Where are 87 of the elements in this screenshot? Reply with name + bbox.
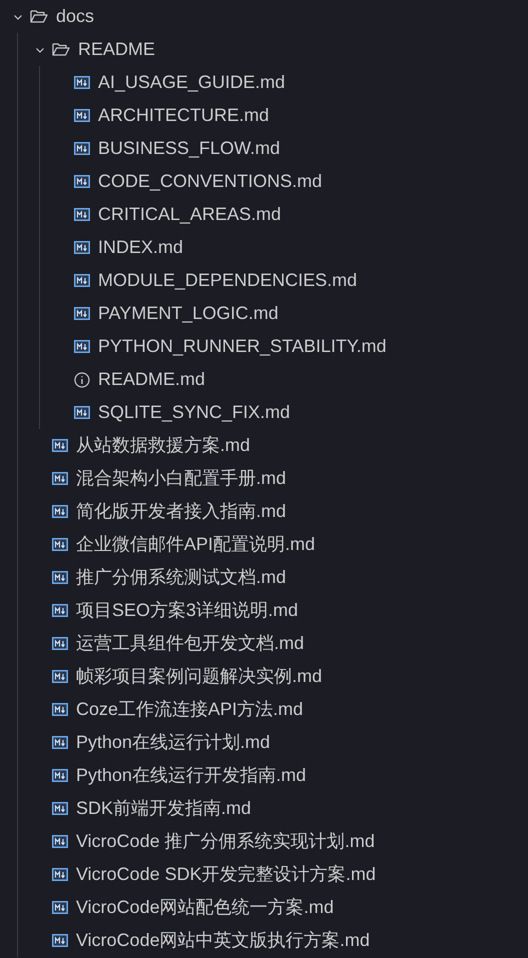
file-name: AI_USAGE_GUIDE.md	[98, 71, 286, 94]
markdown-icon	[52, 505, 68, 518]
file-row[interactable]: 简化版开发者接入指南.md	[0, 495, 528, 528]
file-name: 混合架构小白配置手册.md	[76, 467, 286, 490]
file-name: 推广分佣系统测试文档.md	[76, 566, 286, 589]
file-row[interactable]: CODE_CONVENTIONS.md	[0, 165, 528, 198]
file-row[interactable]: Python在线运行开发指南.md	[0, 759, 528, 792]
markdown-icon	[52, 439, 68, 452]
markdown-icon	[74, 76, 90, 89]
file-row[interactable]: Python在线运行计划.md	[0, 726, 528, 759]
file-row[interactable]: 从站数据救援方案.md	[0, 429, 528, 462]
markdown-icon	[52, 637, 68, 650]
file-name: VicroCode SDK开发完整设计方案.md	[76, 863, 376, 886]
file-row[interactable]: ARCHITECTURE.md	[0, 99, 528, 132]
file-name: SQLITE_SYNC_FIX.md	[98, 401, 290, 424]
file-name: VicroCode网站配色统一方案.md	[76, 896, 334, 919]
folder-name: README	[78, 38, 156, 61]
file-row[interactable]: AI_USAGE_GUIDE.md	[0, 66, 528, 99]
file-name: Coze工作流连接API方法.md	[76, 698, 304, 721]
file-row[interactable]: PYTHON_RUNNER_STABILITY.md	[0, 330, 528, 363]
file-row[interactable]: Coze工作流连接API方法.md	[0, 693, 528, 726]
markdown-icon	[74, 175, 90, 188]
file-row[interactable]: VicroCode 推广分佣系统实现计划.md	[0, 825, 528, 858]
markdown-icon	[52, 703, 68, 716]
file-name: CRITICAL_AREAS.md	[98, 203, 282, 226]
file-name: INDEX.md	[98, 236, 184, 259]
info-icon	[74, 372, 90, 388]
file-name: 项目SEO方案3详细说明.md	[76, 599, 298, 622]
file-name: VicroCode 推广分佣系统实现计划.md	[76, 830, 375, 853]
file-name: ARCHITECTURE.md	[98, 104, 270, 127]
markdown-icon	[52, 670, 68, 683]
file-name: PYTHON_RUNNER_STABILITY.md	[98, 335, 386, 358]
file-row[interactable]: 企业微信邮件API配置说明.md	[0, 528, 528, 561]
file-row[interactable]: SQLITE_SYNC_FIX.md	[0, 396, 528, 429]
markdown-icon	[74, 109, 90, 122]
markdown-icon	[74, 406, 90, 419]
file-row[interactable]: VicroCode SDK开发完整设计方案.md	[0, 858, 528, 891]
markdown-icon	[52, 802, 68, 815]
markdown-icon	[74, 274, 90, 287]
markdown-icon	[52, 934, 68, 947]
file-row[interactable]: CRITICAL_AREAS.md	[0, 198, 528, 231]
file-name: Python在线运行计划.md	[76, 731, 270, 754]
file-name: 从站数据救援方案.md	[76, 434, 250, 457]
markdown-icon	[74, 307, 90, 320]
file-row[interactable]: PAYMENT_LOGIC.md	[0, 297, 528, 330]
file-row[interactable]: 帧彩项目案例问题解决实例.md	[0, 660, 528, 693]
markdown-icon	[52, 868, 68, 881]
open-folder-icon	[52, 42, 70, 57]
markdown-icon	[52, 901, 68, 914]
file-name: MODULE_DEPENDENCIES.md	[98, 269, 358, 292]
markdown-icon	[74, 340, 90, 353]
markdown-icon	[52, 769, 68, 782]
file-row[interactable]: INDEX.md	[0, 231, 528, 264]
file-name: README.md	[98, 368, 206, 391]
folder-row[interactable]: docs	[0, 0, 528, 33]
file-name: PAYMENT_LOGIC.md	[98, 302, 278, 325]
markdown-icon	[52, 736, 68, 749]
file-row[interactable]: SDK前端开发指南.md	[0, 792, 528, 825]
markdown-icon	[52, 538, 68, 551]
file-row[interactable]: MODULE_DEPENDENCIES.md	[0, 264, 528, 297]
file-row[interactable]: README.md	[0, 363, 528, 396]
file-row[interactable]: BUSINESS_FLOW.md	[0, 132, 528, 165]
markdown-icon	[52, 472, 68, 485]
file-name: VicroCode网站中英文版执行方案.md	[76, 929, 370, 952]
open-folder-icon	[30, 9, 48, 24]
file-row[interactable]: 推广分佣系统测试文档.md	[0, 561, 528, 594]
folder-row[interactable]: README	[0, 33, 528, 66]
file-row[interactable]: 运营工具组件包开发文档.md	[0, 627, 528, 660]
markdown-icon	[52, 604, 68, 617]
markdown-icon	[74, 241, 90, 254]
file-row[interactable]: 混合架构小白配置手册.md	[0, 462, 528, 495]
file-name: SDK前端开发指南.md	[76, 797, 252, 820]
markdown-icon	[52, 571, 68, 584]
file-name: CODE_CONVENTIONS.md	[98, 170, 322, 193]
file-name: 企业微信邮件API配置说明.md	[76, 533, 316, 556]
markdown-icon	[74, 142, 90, 155]
markdown-icon	[74, 208, 90, 221]
file-row[interactable]: 项目SEO方案3详细说明.md	[0, 594, 528, 627]
file-name: BUSINESS_FLOW.md	[98, 137, 280, 160]
file-name: 简化版开发者接入指南.md	[76, 500, 286, 523]
file-row[interactable]: VicroCode网站中英文版执行方案.md	[0, 924, 528, 957]
markdown-icon	[52, 835, 68, 848]
file-row[interactable]: VicroCode网站配色统一方案.md	[0, 891, 528, 924]
folder-name: docs	[56, 5, 94, 28]
file-name: 运营工具组件包开发文档.md	[76, 632, 304, 655]
file-name: 帧彩项目案例问题解决实例.md	[76, 665, 322, 688]
file-name: Python在线运行开发指南.md	[76, 764, 306, 787]
